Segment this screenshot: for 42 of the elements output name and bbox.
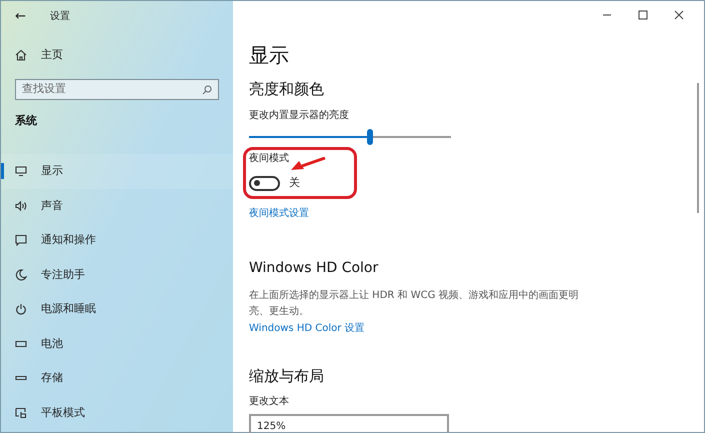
power-icon bbox=[15, 303, 27, 316]
close-icon bbox=[674, 10, 684, 20]
night-light-settings-link[interactable]: 夜间模式设置 bbox=[249, 207, 309, 221]
slider-label: 更改内置显示器的亮度 bbox=[249, 109, 349, 123]
nav-item[interactable]: 声音 bbox=[1, 188, 233, 223]
nav-item[interactable]: 存储 bbox=[1, 361, 233, 396]
search-icon[interactable] bbox=[202, 84, 212, 94]
selection-indicator bbox=[1, 163, 4, 179]
speaker-icon bbox=[15, 200, 27, 212]
slider-thumb[interactable] bbox=[367, 129, 374, 145]
toggle-label: 夜间模式 bbox=[249, 152, 289, 166]
search-input[interactable]: 查找设置 bbox=[22, 81, 172, 98]
scale-dropdown[interactable]: 125% bbox=[249, 414, 449, 433]
description-text: 在上面所选择的显示器上让 HDR 和 WCG 视频、游戏和应用中的画面更明亮、更生动。 bbox=[249, 288, 580, 319]
section-heading: Windows HD Color bbox=[249, 259, 378, 278]
nav-item[interactable]: 电源和睡眠 bbox=[1, 292, 233, 326]
search-field[interactable]: 查找设置 bbox=[15, 79, 219, 100]
speech-bubble-icon bbox=[15, 234, 27, 246]
nav-item[interactable]: 显示 bbox=[1, 154, 233, 188]
night-light-toggle[interactable] bbox=[249, 176, 280, 191]
nav-item[interactable]: 电池 bbox=[1, 326, 233, 361]
window-title: 设置 bbox=[50, 10, 70, 24]
moon-icon bbox=[15, 268, 27, 281]
scrollbar[interactable] bbox=[697, 83, 699, 213]
section-heading: 缩放与布局 bbox=[249, 366, 324, 386]
maximize-icon bbox=[638, 10, 648, 20]
home-item[interactable]: 主页 bbox=[1, 43, 233, 67]
hd-color-settings-link[interactable]: Windows HD Color 设置 bbox=[249, 322, 365, 336]
back-button[interactable]: ← bbox=[15, 10, 26, 22]
nav-item[interactable]: 平板模式 bbox=[1, 396, 233, 430]
pointer-arrow bbox=[291, 157, 326, 170]
page-title: 显示 bbox=[249, 42, 289, 69]
nav-item[interactable]: 通知和操作 bbox=[1, 223, 233, 258]
nav-item[interactable]: 专注助手 bbox=[1, 258, 233, 292]
field-label: 更改文本 bbox=[249, 395, 289, 409]
brightness-slider[interactable] bbox=[249, 129, 451, 145]
monitor-icon bbox=[15, 165, 27, 178]
tablet-icon bbox=[15, 406, 27, 419]
section-heading: 系统 bbox=[14, 113, 38, 129]
section-heading: 亮度和颜色 bbox=[249, 79, 324, 99]
home-icon bbox=[15, 49, 27, 61]
toggle-state: 关 bbox=[289, 175, 300, 191]
